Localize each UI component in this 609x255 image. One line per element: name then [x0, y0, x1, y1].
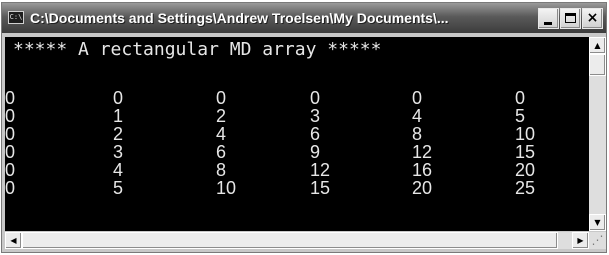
console-window: C:\ C:\Documents and Settings\Andrew Tro…: [1, 2, 607, 253]
array-cell: 20: [515, 160, 536, 180]
close-button[interactable]: ×: [582, 8, 603, 29]
array-cell: 15: [515, 142, 536, 162]
vertical-scroll-thumb[interactable]: [589, 54, 606, 76]
array-cell: 2: [216, 106, 227, 126]
array-cell: 0: [5, 160, 16, 180]
array-cell: 2: [113, 124, 124, 144]
array-cell: 3: [310, 106, 321, 126]
horizontal-scroll-thumb[interactable]: [22, 232, 558, 249]
console-header-line: ***** A rectangular MD array *****: [13, 39, 382, 60]
array-cell: 0: [5, 106, 16, 126]
array-cell: 0: [5, 178, 16, 198]
array-cell: 8: [412, 124, 423, 144]
array-cell: 6: [310, 124, 321, 144]
array-cell: 8: [216, 160, 227, 180]
console-app-icon[interactable]: C:\: [8, 11, 24, 24]
scroll-left-button[interactable]: ◀: [5, 232, 22, 249]
array-cell: 5: [113, 178, 124, 198]
array-cell: 0: [5, 142, 16, 162]
minimize-button[interactable]: [538, 8, 559, 29]
array-cell: 25: [515, 178, 536, 198]
array-cell: 4: [412, 106, 423, 126]
scroll-down-button[interactable]: ▼: [589, 214, 606, 231]
close-icon: ×: [586, 10, 599, 26]
array-cell: 9: [310, 142, 321, 162]
array-cell: 0: [412, 88, 423, 108]
array-cell: 12: [310, 160, 331, 180]
array-cell: 12: [412, 142, 433, 162]
maximize-button[interactable]: [560, 8, 581, 29]
maximize-icon: [565, 13, 576, 23]
array-cell: 16: [412, 160, 433, 180]
minimize-icon: [544, 22, 552, 25]
window-title: C:\Documents and Settings\Andrew Troelse…: [30, 10, 449, 26]
resize-grip-icon[interactable]: ⋰: [589, 232, 606, 249]
array-cell: 4: [216, 124, 227, 144]
array-cell: 6: [216, 142, 227, 162]
array-cell: 3: [113, 142, 124, 162]
array-cell: 10: [216, 178, 237, 198]
scroll-right-button[interactable]: ▶: [572, 232, 589, 249]
horizontal-scrollbar[interactable]: ◀ ▶: [5, 232, 589, 249]
scroll-up-button[interactable]: ▲: [589, 37, 606, 54]
array-cell: 15: [310, 178, 331, 198]
array-cell: 1: [113, 106, 124, 126]
array-cell: 0: [515, 88, 526, 108]
array-cell: 0: [5, 88, 16, 108]
array-cell: 4: [113, 160, 124, 180]
title-bar[interactable]: C:\ C:\Documents and Settings\Andrew Tro…: [2, 3, 606, 33]
array-cell: 0: [216, 88, 227, 108]
array-cell: 0: [5, 124, 16, 144]
console-output[interactable]: ***** A rectangular MD array ***** 00000…: [5, 37, 589, 231]
array-cell: 10: [515, 124, 536, 144]
array-cell: 20: [412, 178, 433, 198]
vertical-scrollbar[interactable]: ▲ ▼: [589, 37, 606, 231]
array-cell: 5: [515, 106, 526, 126]
array-cell: 0: [113, 88, 124, 108]
array-cell: 0: [310, 88, 321, 108]
